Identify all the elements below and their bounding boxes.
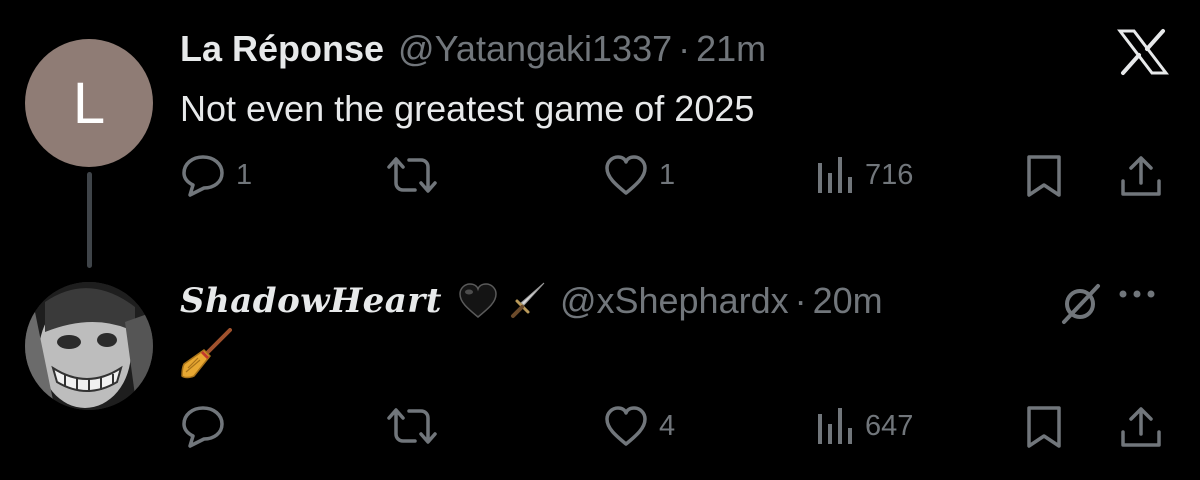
- avatar[interactable]: [25, 282, 153, 410]
- like-count: 1: [659, 158, 676, 191]
- handle[interactable]: @xShephardx: [560, 280, 789, 322]
- dagger-emoji: [508, 281, 548, 321]
- tweet-shadowheart[interactable]: ShadowHeart @xShephardx · 20m 4 647: [0, 250, 1200, 480]
- display-name[interactable]: ShadowHeart: [180, 281, 442, 321]
- share-button[interactable]: [1118, 153, 1164, 199]
- action-bar: 4 647: [0, 404, 1200, 464]
- repost-button[interactable]: [385, 153, 449, 197]
- timestamp[interactable]: 20m: [813, 280, 883, 322]
- tweet-header: La Réponse @Yatangaki1337 · 21m: [180, 28, 766, 70]
- reply-icon: [180, 404, 226, 448]
- bookmark-icon: [1024, 153, 1064, 199]
- reply-icon: [180, 153, 226, 197]
- reply-button[interactable]: [180, 404, 236, 448]
- display-name[interactable]: La Réponse: [180, 28, 384, 70]
- avatar-image: [25, 282, 153, 410]
- tweet-header: ShadowHeart @xShephardx · 20m: [180, 280, 883, 322]
- views-count: 647: [865, 409, 914, 442]
- views-icon: [815, 404, 855, 448]
- black-heart-emoji: [458, 283, 498, 319]
- views-button[interactable]: 716: [815, 153, 913, 197]
- share-icon: [1118, 153, 1164, 199]
- like-count: 4: [659, 409, 676, 442]
- views-button[interactable]: 647: [815, 404, 913, 448]
- reply-button[interactable]: 1: [180, 153, 252, 197]
- timestamp[interactable]: 21m: [696, 28, 766, 70]
- repost-icon: [385, 404, 439, 448]
- heart-icon: [603, 404, 649, 448]
- share-icon: [1118, 404, 1164, 450]
- views-count: 716: [865, 158, 914, 191]
- tweet-text: Not even the greatest game of 2025: [180, 88, 755, 129]
- separator-dot: ·: [794, 280, 807, 321]
- bookmark-button[interactable]: [1024, 153, 1064, 199]
- bookmark-icon: [1024, 404, 1064, 450]
- grok-icon[interactable]: [1058, 282, 1102, 326]
- action-bar: 1 1 716: [0, 153, 1200, 213]
- bookmark-button[interactable]: [1024, 404, 1064, 450]
- more-icon[interactable]: [1117, 288, 1157, 300]
- broom-emoji: [180, 328, 232, 380]
- handle[interactable]: @Yatangaki1337: [398, 28, 672, 70]
- like-button[interactable]: 4: [603, 404, 675, 448]
- share-button[interactable]: [1118, 404, 1164, 450]
- like-button[interactable]: 1: [603, 153, 675, 197]
- reply-count: 1: [236, 158, 253, 191]
- repost-button[interactable]: [385, 404, 449, 448]
- x-logo-icon: [1117, 28, 1169, 76]
- views-icon: [815, 153, 855, 197]
- tweet-la-reponse[interactable]: L La Réponse @Yatangaki1337 · 21m Not ev…: [0, 0, 1200, 268]
- avatar-letter: L: [72, 70, 106, 136]
- avatar[interactable]: L: [25, 39, 153, 167]
- separator-dot: ·: [678, 28, 691, 69]
- heart-icon: [603, 153, 649, 197]
- repost-icon: [385, 153, 439, 197]
